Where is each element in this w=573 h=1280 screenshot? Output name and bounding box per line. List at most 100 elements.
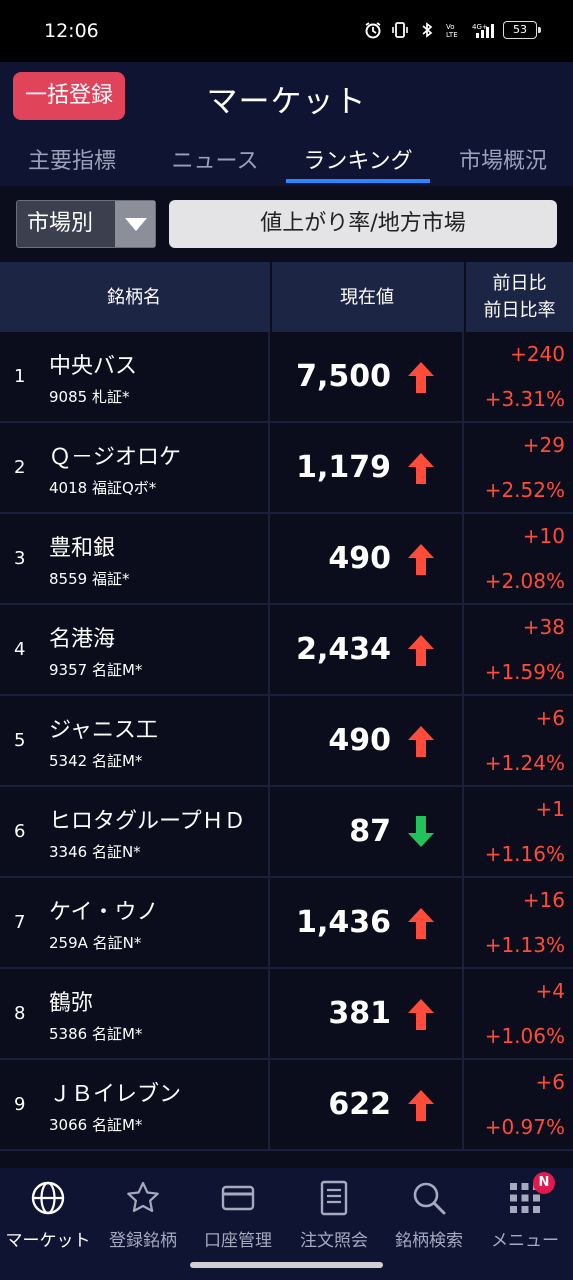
current-price: 490	[328, 541, 391, 576]
nav-menu[interactable]: N メニュー	[477, 1172, 573, 1254]
price-change: +29	[522, 433, 565, 457]
current-price: 1,436	[296, 905, 391, 940]
column-divider	[268, 696, 270, 785]
status-bar: 12:06 Vo LTE 4G+ 53	[0, 0, 573, 62]
stock-name: ヒロタグループＨＤ	[49, 809, 246, 834]
volte-icon: VoLTE	[446, 23, 458, 39]
price-change-pct: +1.13%	[484, 933, 565, 957]
market-select-value: 市場別	[27, 211, 94, 236]
rank-number: 8	[14, 1003, 26, 1024]
rank-number: 4	[14, 639, 26, 660]
header-change-label: 前日比	[492, 273, 547, 294]
stock-name: ジャニス工	[49, 718, 158, 743]
search-icon	[413, 1182, 446, 1215]
tab-major-indices[interactable]: 主要指標	[12, 144, 132, 186]
ranking-list: 1 中央バス 9085 札証* 7,500 +240 +3.31% 2 Ｑ－ジオロケ 4018 …	[0, 332, 573, 1151]
tab-market-overview[interactable]: 市場概況	[446, 144, 560, 186]
ranking-row[interactable]: 9 ＪＢイレブン 3066 名証M* 622 +6 +0.97%	[0, 1060, 573, 1151]
column-divider	[268, 1060, 270, 1149]
column-divider	[462, 787, 464, 876]
header-stock-name: 銘柄名	[107, 286, 161, 308]
ranking-row[interactable]: 5 ジャニス工 5342 名証M* 490 +6 +1.24%	[0, 696, 573, 787]
column-divider	[462, 423, 464, 512]
ranking-row[interactable]: 6 ヒロタグループＨＤ 3346 名証N* 87 +1 +1.16%	[0, 787, 573, 878]
header-current-price: 現在値	[270, 262, 462, 332]
column-divider	[462, 969, 464, 1058]
stock-code-market: 9085 札証*	[49, 388, 130, 406]
dropdown-arrow-icon	[115, 201, 155, 247]
price-change: +38	[522, 615, 565, 639]
price-change-pct: +2.52%	[484, 478, 565, 502]
stock-code-market: 3066 名証M*	[49, 1116, 143, 1134]
current-price: 622	[328, 1087, 391, 1122]
status-time: 12:06	[44, 20, 99, 42]
nav-label: 口座管理	[204, 1231, 272, 1251]
svg-text:LTE: LTE	[446, 31, 458, 39]
nav-orders[interactable]: 注文照会	[286, 1176, 382, 1254]
column-divider	[268, 332, 270, 421]
ranking-row[interactable]: 4 名港海 9357 名証M* 2,434 +38 +1.59%	[0, 605, 573, 696]
nav-account[interactable]: 口座管理	[190, 1176, 286, 1254]
svg-text:4G+: 4G+	[472, 23, 488, 31]
price-change-pct: +1.06%	[484, 1024, 565, 1048]
status-icons: Vo LTE 4G+ 53	[364, 21, 541, 39]
svg-text:Vo: Vo	[446, 23, 455, 31]
price-change: +1	[535, 797, 565, 821]
home-indicator[interactable]	[190, 1262, 383, 1268]
rank-number: 9	[14, 1094, 26, 1115]
stock-name: 名港海	[49, 627, 116, 652]
header-change: 前日比 前日比率	[464, 262, 573, 332]
current-price: 7,500	[296, 359, 391, 394]
nav-watchlist[interactable]: 登録銘柄	[95, 1176, 191, 1254]
price-change: +240	[510, 342, 565, 366]
header-change-pct-label: 前日比率	[483, 300, 556, 321]
price-change-pct: +2.08%	[484, 569, 565, 593]
stock-code-market: 259A 名証N*	[49, 934, 142, 952]
ranking-row[interactable]: 7 ケイ・ウノ 259A 名証N* 1,436 +16 +1.13%	[0, 878, 573, 969]
price-change-pct: +1.59%	[484, 660, 565, 684]
stock-name: Ｑ－ジオロケ	[49, 445, 182, 470]
ranking-row[interactable]: 2 Ｑ－ジオロケ 4018 福証Qボ* 1,179 +29 +2.52%	[0, 423, 573, 514]
current-price: 490	[328, 723, 391, 758]
stock-name: 中央バス	[49, 354, 138, 379]
price-change: +6	[535, 1070, 565, 1094]
rank-number: 3	[14, 548, 26, 569]
nav-label: メニュー	[491, 1231, 559, 1251]
column-divider	[462, 514, 464, 603]
arrow-up-icon	[404, 359, 438, 395]
price-change-pct: +3.31%	[484, 387, 565, 411]
stock-code-market: 4018 福証Qボ*	[49, 479, 157, 497]
current-price: 1,179	[296, 450, 391, 485]
rank-number: 1	[14, 366, 26, 387]
page-title: マーケット	[206, 84, 367, 120]
stock-code-market: 5342 名証M*	[49, 752, 143, 770]
ranking-type-button[interactable]: 値上がり率/地方市場	[169, 200, 557, 248]
nav-market[interactable]: マーケット	[0, 1176, 96, 1254]
active-tab-indicator	[286, 179, 430, 183]
column-divider	[268, 605, 270, 694]
arrow-up-icon	[404, 723, 438, 759]
arrow-up-icon	[404, 541, 438, 577]
arrow-up-icon	[404, 905, 438, 941]
ranking-row[interactable]: 8 鶴弥 5386 名証M* 381 +4 +1.06%	[0, 969, 573, 1060]
bluetooth-icon	[422, 22, 433, 38]
nav-stock-search[interactable]: 銘柄検索	[381, 1176, 477, 1254]
column-divider	[268, 514, 270, 603]
tab-news[interactable]: ニュース	[156, 144, 274, 186]
ranking-row[interactable]: 1 中央バス 9085 札証* 7,500 +240 +3.31%	[0, 332, 573, 423]
vibrate-icon	[392, 22, 408, 38]
column-divider	[268, 969, 270, 1058]
nav-label: 銘柄検索	[395, 1231, 463, 1251]
column-divider	[268, 878, 270, 967]
rank-number: 5	[14, 730, 26, 751]
market-select[interactable]: 市場別	[16, 200, 156, 248]
column-divider	[462, 878, 464, 967]
column-divider	[268, 787, 270, 876]
price-change-pct: +0.97%	[484, 1115, 565, 1139]
stock-code-market: 5386 名証M*	[49, 1025, 143, 1043]
ranking-row[interactable]: 3 豊和銀 8559 福証* 490 +10 +2.08%	[0, 514, 573, 605]
rank-number: 2	[14, 457, 26, 478]
notification-badge: N	[533, 1172, 555, 1194]
card-icon	[221, 1185, 255, 1211]
price-change: +16	[522, 888, 565, 912]
